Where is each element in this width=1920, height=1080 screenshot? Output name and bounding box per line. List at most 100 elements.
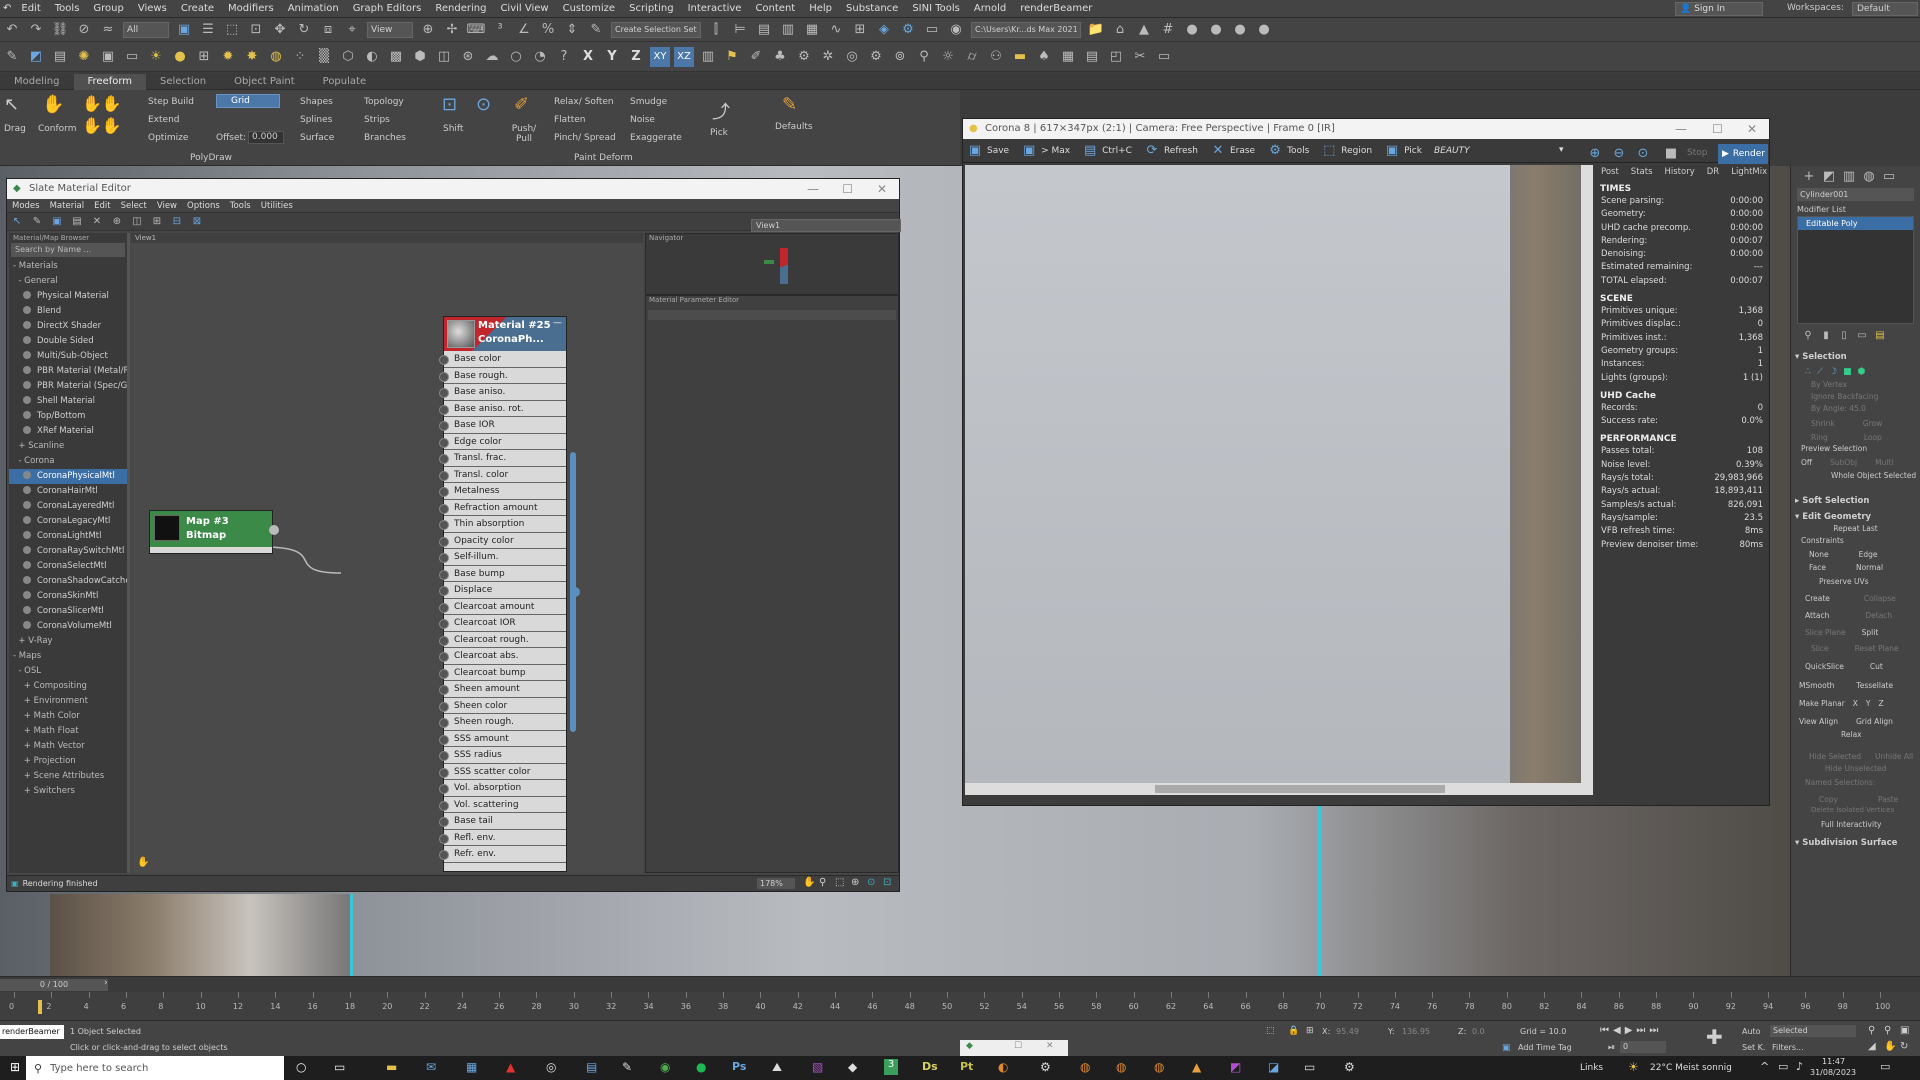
tab-freeform[interactable]: Freeform: [73, 73, 147, 90]
layout-children-icon[interactable]: ⊠: [189, 215, 205, 229]
zoom-region-icon[interactable]: ⬚: [835, 877, 844, 888]
texture-tool-icon[interactable]: ▦: [1058, 47, 1078, 67]
layers-icon[interactable]: ▤: [50, 47, 70, 67]
object-name-field[interactable]: Cylinder001: [1797, 188, 1914, 201]
zoom-all-icon[interactable]: ⚲: [1884, 1025, 1891, 1036]
tessellate-button[interactable]: Tessellate: [1856, 681, 1893, 690]
workspaces-dropdown[interactable]: Default: [1852, 2, 1918, 16]
tree-icon[interactable]: ♣: [770, 47, 790, 67]
painter-icon[interactable]: Pt: [960, 1060, 973, 1073]
texture-icon[interactable]: ▒: [314, 47, 334, 67]
show-background-icon[interactable]: ⊞: [149, 215, 165, 229]
tab-modeling[interactable]: Modeling: [0, 74, 74, 90]
app-icon-11[interactable]: ◪: [1268, 1060, 1279, 1074]
extend-button[interactable]: Extend: [148, 115, 180, 125]
preserve-uvs-checkbox[interactable]: Preserve UVs: [1791, 574, 1920, 590]
set-key-button[interactable]: Set K.: [1742, 1043, 1765, 1052]
axis-xz-icon[interactable]: XZ: [674, 46, 694, 67]
dot-icon-1[interactable]: ●: [1182, 20, 1202, 40]
project-path-dropdown[interactable]: C:\Users\Kr...ds Max 2021: [971, 21, 1081, 38]
circle-icon[interactable]: ○: [506, 47, 526, 67]
material-slot[interactable]: Opacity color: [439, 532, 566, 549]
grid-align-button[interactable]: Grid Align: [1856, 717, 1893, 726]
vfb-region-icon[interactable]: ⬚: [1319, 141, 1339, 161]
fov-icon[interactable]: ◢: [1868, 1041, 1876, 1052]
exaggerate-button[interactable]: Exaggerate: [630, 133, 682, 143]
browser-category[interactable]: - General: [9, 274, 127, 289]
vfb-zoom-out-icon[interactable]: ⊖: [1609, 143, 1629, 163]
browser-category[interactable]: - Corona: [9, 454, 127, 469]
offset-input[interactable]: 0.000: [248, 131, 284, 144]
slate-menu-utilities[interactable]: Utilities: [256, 201, 298, 211]
soft-selection-rollout[interactable]: ▸ Soft Selection: [1791, 492, 1920, 508]
view-selector-dropdown[interactable]: View1: [751, 219, 901, 232]
place-icon[interactable]: ⌖: [342, 20, 362, 40]
repeat-last-button[interactable]: Repeat Last: [1791, 524, 1920, 536]
pick-material-icon[interactable]: ✎: [29, 215, 45, 229]
menu-interactive[interactable]: Interactive: [681, 0, 749, 18]
tool-icon[interactable]: ✂: [1130, 47, 1150, 67]
close-icon[interactable]: ✕: [877, 179, 887, 199]
tab-selection[interactable]: Selection: [146, 74, 220, 90]
camera-icon[interactable]: ▣: [98, 47, 118, 67]
dot-icon-3[interactable]: ●: [1230, 20, 1250, 40]
bitmap-node[interactable]: Map #3 Bitmap: [149, 510, 279, 554]
next-key-icon[interactable]: ⏭: [1636, 1025, 1645, 1036]
browser-category[interactable]: + Scanline: [9, 439, 127, 454]
step-build-button[interactable]: Step Build: [148, 97, 194, 107]
browser-material-item[interactable]: PBR Material (Metal/Rough): [9, 364, 127, 379]
network-icon[interactable]: ▭: [1778, 1060, 1788, 1073]
bulb-icon[interactable]: ☼: [938, 47, 958, 67]
browser-category[interactable]: + Scene Attributes: [9, 769, 127, 784]
bitmap-output-socket[interactable]: [269, 525, 279, 535]
file-explorer-icon[interactable]: ▬: [386, 1060, 397, 1074]
browser-material-item[interactable]: PBR Material (Spec/Gloss): [9, 379, 127, 394]
vfb-render-image[interactable]: [965, 165, 1593, 783]
browser-search-input[interactable]: Search by Name ...: [11, 243, 125, 257]
remove-modifier-icon[interactable]: ▭: [1855, 325, 1869, 345]
material-slot[interactable]: Refr. env.: [439, 846, 566, 863]
menu-modifiers[interactable]: Modifiers: [221, 0, 281, 18]
browser-material-item[interactable]: Multi/Sub-Object: [9, 349, 127, 364]
conform-button[interactable]: Conform: [38, 124, 76, 134]
mesh-icon[interactable]: ▲: [1134, 20, 1154, 40]
unlink-icon[interactable]: ⊘: [74, 20, 94, 40]
set-project-icon[interactable]: ⌂: [1110, 20, 1130, 40]
flatten-button[interactable]: Flatten: [554, 115, 586, 125]
ignore-backfacing-checkbox[interactable]: Ignore Backfacing: [1791, 392, 1920, 404]
quickslice-button[interactable]: QuickSlice: [1805, 662, 1844, 671]
project-folder-icon[interactable]: 📁: [1086, 20, 1106, 40]
motion-tab-icon[interactable]: ◍: [1861, 166, 1877, 186]
drag-button[interactable]: Drag: [4, 124, 26, 134]
named-selection-dropdown[interactable]: Create Selection Set: [611, 21, 701, 38]
orbit-icon[interactable]: ↻: [1900, 1041, 1908, 1052]
grid-dropdown[interactable]: Grid: [216, 94, 280, 108]
menu-views[interactable]: Views: [131, 0, 174, 18]
optimize-button[interactable]: Optimize: [148, 133, 188, 143]
goto-end-icon[interactable]: ⏭: [1649, 1025, 1658, 1036]
ribbon-toggle-icon[interactable]: ▦: [802, 20, 822, 40]
material-slot[interactable]: Transl. color: [439, 466, 566, 483]
reference-coordinate-dropdown[interactable]: View: [367, 21, 413, 38]
material-parameter-editor[interactable]: Material Parameter Editor: [645, 295, 899, 873]
vfb-region-button[interactable]: Region: [1341, 146, 1372, 156]
tab-object-paint[interactable]: Object Paint: [220, 74, 309, 90]
planar-y-button[interactable]: Y: [1866, 699, 1871, 708]
put-to-scene-icon[interactable]: ▣: [49, 215, 65, 229]
menu-tools[interactable]: Tools: [48, 0, 87, 18]
taskbar-search-box[interactable]: ⚲ Type here to search: [26, 1056, 284, 1080]
curve-editor-icon[interactable]: ∿: [826, 20, 846, 40]
vfb-zoom-fit-icon[interactable]: ⊙: [1633, 143, 1653, 163]
app-icon-8[interactable]: ⚙: [1040, 1060, 1051, 1074]
bind-spacewarp-icon[interactable]: ≈: [98, 20, 118, 40]
settings-icon[interactable]: ⚙: [866, 47, 886, 67]
show-map-icon[interactable]: ◫: [129, 215, 145, 229]
slice-plane-button[interactable]: Slice Plane: [1805, 628, 1846, 637]
app-icon-9[interactable]: ▲: [1192, 1060, 1201, 1074]
vfb-save-button[interactable]: Save: [987, 146, 1009, 156]
axis-x-icon[interactable]: X: [578, 47, 598, 67]
app-icon-10[interactable]: ◩: [1230, 1060, 1241, 1074]
frame-icon[interactable]: ◰: [1106, 47, 1126, 67]
chart-icon[interactable]: ▥: [698, 47, 718, 67]
shape-icon[interactable]: ◔: [530, 47, 550, 67]
